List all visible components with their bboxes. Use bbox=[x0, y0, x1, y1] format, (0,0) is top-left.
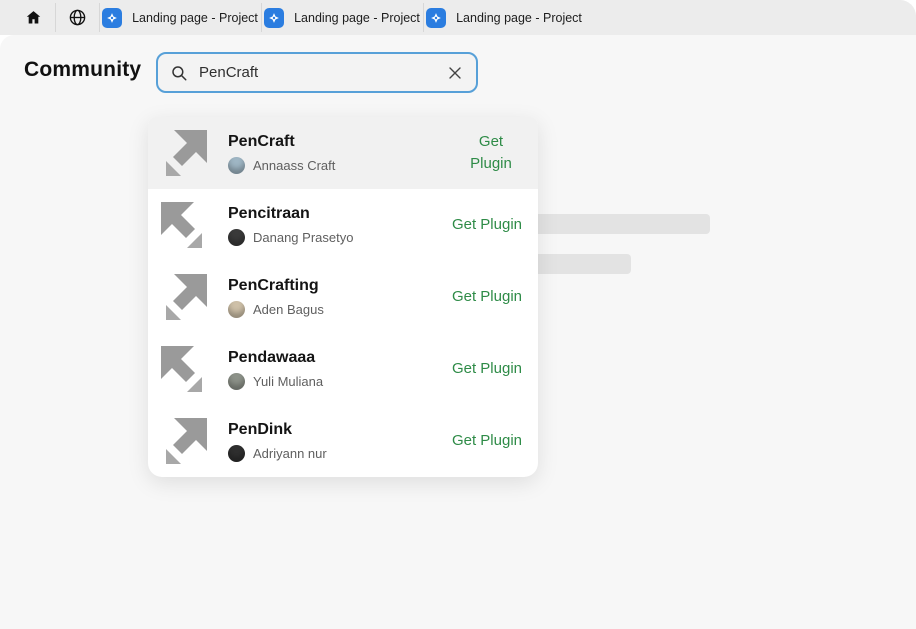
tab-label: Landing page - Project bbox=[294, 11, 420, 25]
plugin-logo-arrow-ne-icon bbox=[160, 129, 208, 177]
home-icon bbox=[25, 9, 42, 26]
tab-label: Landing page - Project bbox=[132, 11, 258, 25]
get-plugin-button[interactable]: Get Plugin bbox=[452, 430, 522, 453]
result-row-pendink[interactable]: PenDink Adriyann nur Get Plugin bbox=[148, 405, 538, 477]
plugin-name: PenCraft bbox=[228, 132, 440, 151]
skeleton-bar bbox=[520, 214, 710, 234]
close-icon[interactable] bbox=[446, 64, 464, 82]
avatar bbox=[228, 229, 245, 246]
tab-home[interactable] bbox=[11, 0, 55, 35]
plugin-logo-arrow-ne-icon bbox=[160, 417, 208, 465]
magnifier-icon bbox=[170, 64, 188, 82]
get-plugin-button[interactable]: Get Plugin bbox=[460, 131, 522, 176]
get-plugin-button[interactable]: Get Plugin bbox=[452, 358, 522, 381]
plugin-author: Adriyann nur bbox=[253, 446, 327, 461]
plugin-name: Pencitraan bbox=[228, 204, 432, 223]
tab-label: Landing page - Project bbox=[456, 11, 582, 25]
get-plugin-button[interactable]: Get Plugin bbox=[452, 214, 522, 237]
get-plugin-button[interactable]: Get Plugin bbox=[452, 286, 522, 309]
avatar bbox=[228, 445, 245, 462]
tab-project-2[interactable]: Landing page - Project bbox=[261, 0, 423, 35]
figma-file-icon bbox=[102, 8, 122, 28]
plugin-author: Yuli Muliana bbox=[253, 374, 323, 389]
globe-icon bbox=[68, 8, 87, 27]
result-row-pendawaaa[interactable]: Pendawaaa Yuli Muliana Get Plugin bbox=[148, 333, 538, 405]
page-title: Community bbox=[24, 58, 141, 82]
figma-file-icon bbox=[264, 8, 284, 28]
search-input[interactable] bbox=[197, 63, 437, 82]
plugin-author: Danang Prasetyo bbox=[253, 230, 353, 245]
browser-tab-strip: Landing page - Project Landing page - Pr… bbox=[0, 0, 916, 35]
plugin-logo-arrow-nw-icon bbox=[160, 345, 208, 393]
search-results-dropdown: PenCraft Annaass Craft Get Plugin Pencit… bbox=[148, 117, 538, 477]
tab-browse-community[interactable] bbox=[55, 0, 99, 35]
avatar bbox=[228, 373, 245, 390]
result-row-pencraft[interactable]: PenCraft Annaass Craft Get Plugin bbox=[148, 117, 538, 189]
plugin-name: Pendawaaa bbox=[228, 348, 432, 367]
plugin-name: PenCrafting bbox=[228, 276, 432, 295]
plugin-logo-arrow-nw-icon bbox=[160, 201, 208, 249]
tab-project-3[interactable]: Landing page - Project bbox=[423, 0, 585, 35]
tab-project-1[interactable]: Landing page - Project bbox=[99, 0, 261, 35]
avatar bbox=[228, 157, 245, 174]
plugin-author: Annaass Craft bbox=[253, 158, 335, 173]
plugin-logo-arrow-ne-icon bbox=[160, 273, 208, 321]
figma-file-icon bbox=[426, 8, 446, 28]
result-row-pencrafting[interactable]: PenCrafting Aden Bagus Get Plugin bbox=[148, 261, 538, 333]
plugin-author: Aden Bagus bbox=[253, 302, 324, 317]
search-box bbox=[156, 52, 478, 93]
avatar bbox=[228, 301, 245, 318]
plugin-name: PenDink bbox=[228, 420, 432, 439]
result-row-pencitraan[interactable]: Pencitraan Danang Prasetyo Get Plugin bbox=[148, 189, 538, 261]
